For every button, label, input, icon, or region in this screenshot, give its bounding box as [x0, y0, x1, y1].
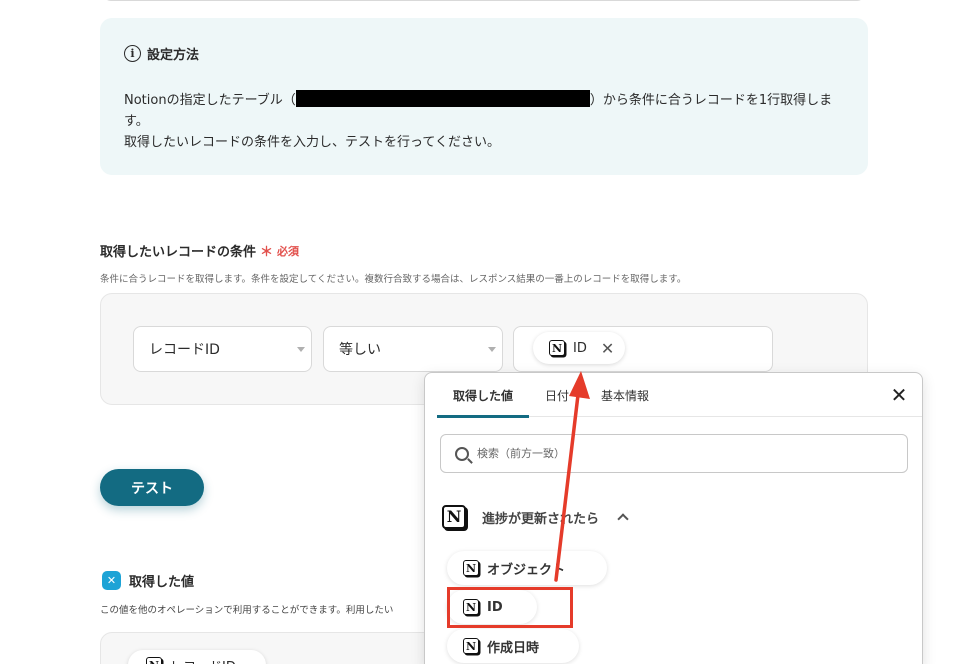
popup-tabs: 取得した値 日付 基本情報 — [437, 373, 922, 418]
previous-field[interactable] — [103, 0, 865, 1]
result-chip-label: レコードID — [170, 656, 236, 664]
yoom-icon: ✕ — [102, 571, 121, 590]
result-description: この値を他のオペレーションで利用することができます。利用したい — [100, 605, 394, 616]
info-line1-before: Notionの指定したテーブル（ — [124, 93, 296, 108]
list-item-created-time[interactable]: N 作成日時 — [447, 629, 579, 663]
search-icon — [455, 446, 469, 461]
notion-icon: N — [463, 560, 479, 576]
info-title: 設定方法 — [147, 48, 200, 63]
info-text: Notionの指定したテーブル（ ）から条件に合うレコードを1行取得しま す。 取… — [124, 90, 850, 153]
caret-down-icon — [488, 347, 496, 352]
redacted-block — [295, 90, 590, 107]
chevron-up-icon[interactable] — [617, 513, 629, 525]
tab-acquired-values[interactable]: 取得した値 — [437, 373, 530, 418]
required-label: 必須 — [277, 244, 300, 258]
notion-icon: N — [549, 340, 565, 356]
list-item-object[interactable]: N オブジェクト — [447, 551, 607, 585]
condition-title: 取得したいレコードの条件 ＊ 必須 — [100, 241, 300, 261]
operator-select[interactable]: 等しい — [323, 326, 503, 372]
condition-description: 条件に合うレコードを取得します。条件を設定してください。複数行合致する場合は、レ… — [100, 274, 687, 285]
field-select[interactable]: レコードID — [133, 326, 312, 372]
caret-down-icon — [297, 347, 305, 352]
result-header: ✕ 取得した値 — [102, 571, 194, 590]
tab-date[interactable]: 日付 — [529, 373, 585, 417]
required-mark: ＊ — [260, 245, 274, 260]
value-chip-label: ID — [573, 340, 587, 356]
result-title: 取得した値 — [129, 575, 195, 590]
item-label: オブジェクト — [487, 562, 566, 578]
close-icon[interactable]: ✕ — [890, 385, 908, 405]
result-chip[interactable]: N レコードID — [128, 650, 266, 664]
value-chip[interactable]: N ID ✕ — [533, 332, 625, 364]
annotation-highlight-box — [447, 587, 573, 628]
info-line1-after: ）から条件に合うレコードを1行取得しま — [589, 93, 833, 108]
info-icon: i — [124, 45, 141, 62]
close-icon[interactable]: ✕ — [601, 339, 614, 358]
setup-info-box: i 設定方法 Notionの指定したテーブル（ ）から条件に合うレコードを1行取得… — [100, 18, 868, 175]
field-select-value: レコードID — [149, 342, 220, 358]
tab-basic-info[interactable]: 基本情報 — [585, 373, 665, 417]
search-input[interactable] — [477, 447, 877, 460]
trigger-group-header[interactable]: N 進捗が更新されたら — [442, 505, 629, 529]
notion-icon: N — [463, 638, 479, 654]
condition-title-text: 取得したいレコードの条件 — [100, 245, 257, 260]
info-header: i 設定方法 — [124, 44, 199, 63]
item-label: 作成日時 — [487, 640, 540, 656]
notion-icon: N — [146, 657, 162, 664]
test-button[interactable]: テスト — [100, 469, 204, 506]
group-label: 進捗が更新されたら — [482, 511, 600, 527]
notion-icon: N — [442, 505, 466, 529]
info-line2: す。 — [124, 114, 149, 129]
info-line3: 取得したいレコードの条件を入力し、テストを行ってください。 — [124, 135, 500, 150]
operator-select-value: 等しい — [339, 342, 381, 358]
search-field[interactable] — [440, 434, 908, 473]
